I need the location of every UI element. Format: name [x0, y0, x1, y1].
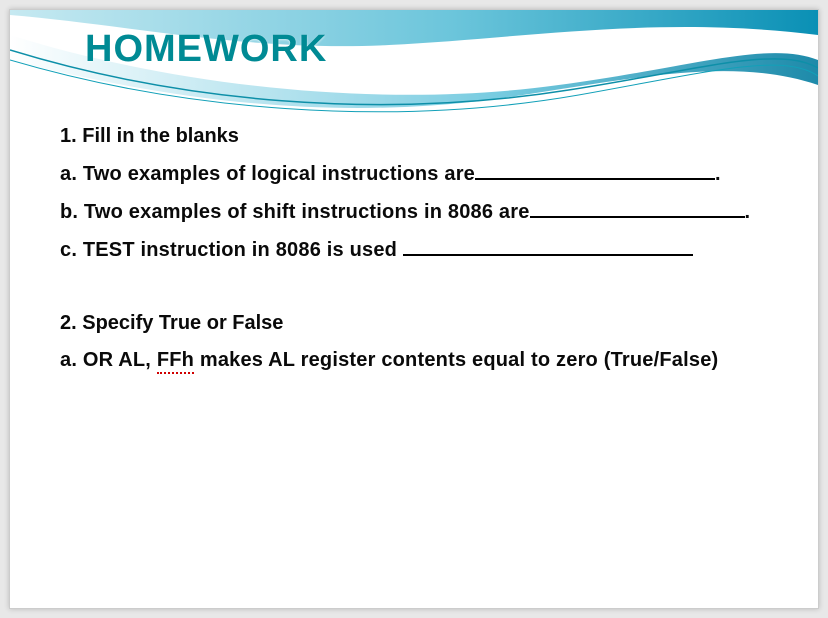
page-title: HOMEWORK — [85, 28, 327, 71]
section-2-heading: 2. Specify True or False — [60, 312, 768, 335]
content-body: 1. Fill in the blanks a. Two examples of… — [60, 125, 768, 386]
blank-1a — [475, 162, 715, 180]
blank-1b — [530, 200, 745, 218]
question-1a-text: a. Two examples of logical instructions … — [60, 163, 475, 185]
question-1a: a. Two examples of logical instructions … — [60, 162, 768, 186]
question-2a-ffh: FFh — [157, 349, 194, 374]
question-2a-prefix: a. OR AL, — [60, 349, 157, 371]
slide: HOMEWORK 1. Fill in the blanks a. Two ex… — [9, 9, 819, 609]
question-2a-suffix: makes AL register contents equal to zero… — [194, 349, 718, 371]
blank-1c — [403, 238, 693, 256]
section-spacer — [60, 276, 768, 312]
question-2a: a. OR AL, FFh makes AL register contents… — [60, 349, 768, 372]
section-1-heading: 1. Fill in the blanks — [60, 125, 768, 148]
question-1c: c. TEST instruction in 8086 is used — [60, 238, 768, 262]
question-1c-text: c. TEST instruction in 8086 is used — [60, 239, 403, 261]
dot-1a: . — [715, 163, 721, 185]
question-1b: b. Two examples of shift instructions in… — [60, 200, 768, 224]
question-1b-text: b. Two examples of shift instructions in… — [60, 201, 530, 223]
dot-1b: . — [745, 201, 751, 223]
